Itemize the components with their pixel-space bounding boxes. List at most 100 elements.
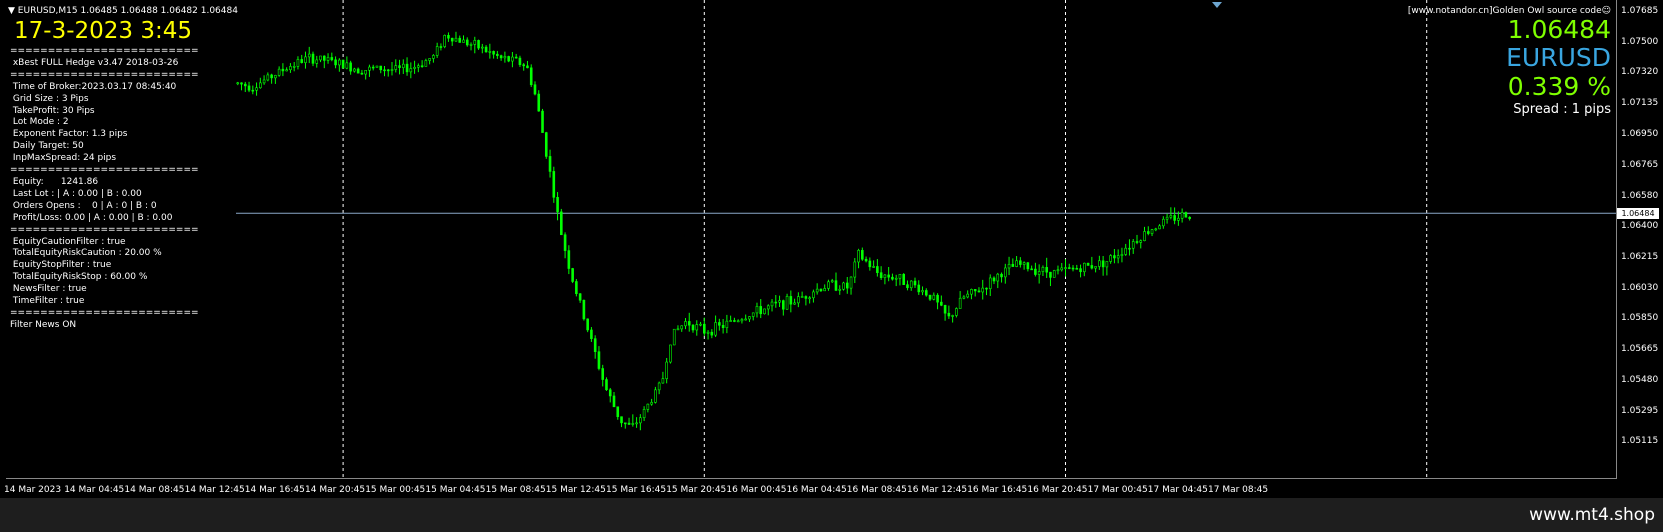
price-tick-label: 1.05115 xyxy=(1621,436,1659,447)
current-price: 1.06484 xyxy=(1507,15,1611,44)
candle xyxy=(1000,272,1003,283)
candle xyxy=(409,62,413,79)
candle xyxy=(514,53,518,59)
candle xyxy=(511,51,514,68)
symbol-name: EURUSD xyxy=(1506,43,1611,72)
info-line: EquityCautionFilter : true xyxy=(10,236,126,247)
candle xyxy=(341,59,345,69)
candle xyxy=(857,248,860,269)
time-tick-label: 16 Mar 00:45 xyxy=(726,485,787,495)
candle xyxy=(1079,264,1082,278)
candle xyxy=(1098,255,1101,270)
candle xyxy=(533,81,537,96)
candle xyxy=(356,67,360,74)
candle xyxy=(1045,257,1048,279)
candle xyxy=(973,289,977,297)
candle xyxy=(481,43,484,54)
candle xyxy=(1007,256,1011,276)
candle xyxy=(725,314,729,334)
candle xyxy=(1124,243,1127,256)
chart-area[interactable] xyxy=(6,0,1617,479)
candle xyxy=(334,56,337,69)
info-line: Profit/Loss: 0.00 | A : 0.00 | B : 0.00 xyxy=(10,212,173,223)
candle xyxy=(300,54,304,64)
candle xyxy=(477,39,480,50)
candle xyxy=(1015,256,1018,268)
candle xyxy=(1180,208,1184,223)
candle xyxy=(1109,254,1112,264)
candle xyxy=(398,59,401,75)
candle xyxy=(1105,261,1109,276)
candle xyxy=(992,276,996,285)
candle xyxy=(420,60,424,68)
candle xyxy=(349,60,352,75)
candle xyxy=(766,304,770,316)
candle xyxy=(432,54,435,63)
price-axis[interactable]: 1.07685 1.07500 1.07320 1.07135 1.06950 1.067… xyxy=(1617,0,1663,478)
candle xyxy=(639,414,642,431)
candle xyxy=(488,43,492,59)
candle xyxy=(657,381,661,395)
candle xyxy=(699,321,702,327)
candle xyxy=(443,34,446,49)
candle xyxy=(748,316,751,322)
candle xyxy=(669,344,672,364)
time-tick-label: 14 Mar 16:45 xyxy=(244,485,305,495)
candle xyxy=(560,208,563,236)
price-tick-label: 1.06400 xyxy=(1621,221,1659,232)
time-axis[interactable]: 14 Mar 2023 14 Mar 04:45 14 Mar 08:45 14 Ma… xyxy=(0,478,1617,498)
time-tick-label: 17 Mar 08:45 xyxy=(1208,485,1269,495)
candle xyxy=(379,65,383,74)
candle xyxy=(853,258,857,284)
collapse-triangle-icon[interactable]: ▼ xyxy=(8,6,18,16)
candle xyxy=(368,64,371,77)
info-line: ========================= xyxy=(10,46,199,56)
candle xyxy=(894,274,898,287)
broker-time: 17-3-2023 3:45 xyxy=(14,18,192,44)
candle xyxy=(616,406,620,420)
candle xyxy=(469,42,473,51)
candle xyxy=(924,288,928,297)
candle xyxy=(1116,249,1120,264)
candle xyxy=(462,35,465,43)
candle xyxy=(1162,216,1165,229)
candle xyxy=(552,166,556,203)
candle xyxy=(1113,249,1116,264)
candle xyxy=(684,318,687,330)
price-chart[interactable] xyxy=(6,0,1616,478)
candle xyxy=(503,51,507,63)
candle xyxy=(691,324,695,333)
candle xyxy=(733,317,736,323)
candle xyxy=(1184,211,1188,218)
candle xyxy=(243,81,247,93)
info-line: Exponent Factor: 1.3 pips xyxy=(10,129,128,140)
candle xyxy=(1083,262,1086,277)
candle xyxy=(620,416,623,428)
candle xyxy=(951,314,954,323)
candle xyxy=(1120,247,1124,263)
candle xyxy=(834,272,838,292)
candle xyxy=(526,60,529,69)
chart-shift-marker-icon[interactable] xyxy=(1212,2,1222,8)
time-tick-label: 15 Mar 08:45 xyxy=(485,485,546,495)
candle xyxy=(778,295,781,307)
candle xyxy=(770,299,774,312)
symbol-header: ▼ EURUSD,M15 1.06485 1.06488 1.06482 1.0… xyxy=(8,6,238,16)
candle xyxy=(827,279,830,291)
candle xyxy=(1067,263,1071,270)
time-tick-label: 15 Mar 04:45 xyxy=(425,485,486,495)
info-line: InpMaxSpread: 24 pips xyxy=(10,153,117,164)
candle xyxy=(1158,224,1161,230)
candle xyxy=(605,377,608,391)
candle xyxy=(1131,239,1135,254)
candle xyxy=(507,55,510,63)
candle xyxy=(1060,262,1064,272)
candle xyxy=(988,274,992,297)
candle xyxy=(721,319,725,334)
info-line: Time of Broker:2023.03.17 08:45:40 xyxy=(10,81,177,92)
candle xyxy=(985,287,988,296)
candle xyxy=(932,292,936,301)
candle xyxy=(556,192,559,221)
candle xyxy=(815,283,819,295)
candle xyxy=(1128,239,1131,256)
